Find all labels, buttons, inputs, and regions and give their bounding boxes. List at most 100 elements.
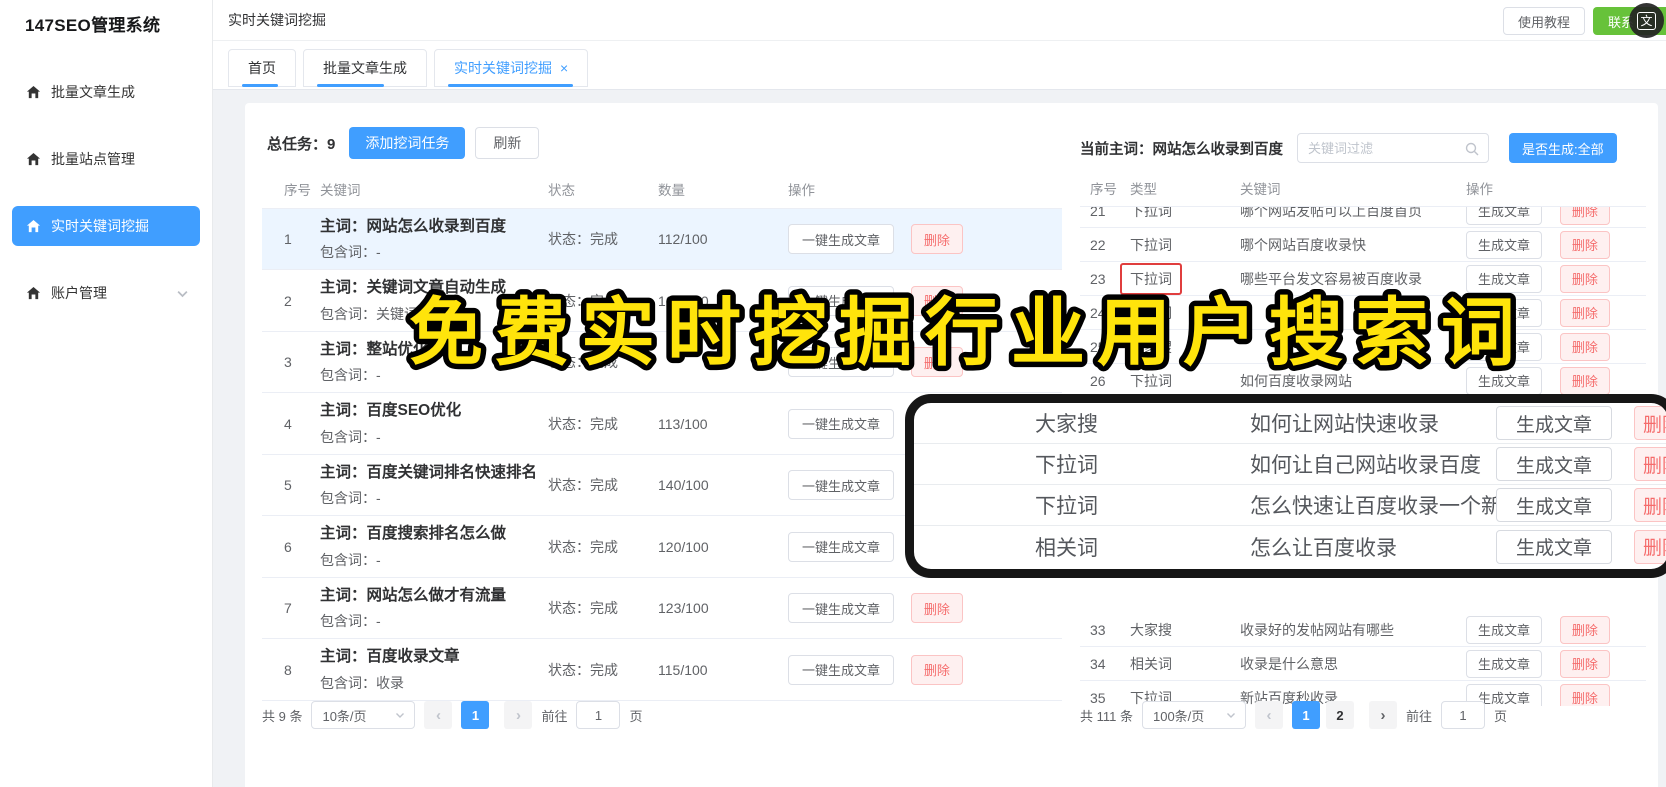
col-no: 序号 — [1090, 182, 1117, 197]
page-size-select[interactable]: 10条/页 — [311, 701, 416, 729]
page-size-select[interactable]: 100条/页 — [1141, 701, 1246, 729]
row-number: 2 — [284, 292, 292, 309]
include-words: 包含词：- — [320, 428, 381, 445]
goto-page-input[interactable] — [576, 701, 621, 729]
keyword-type: 相关词 — [1130, 655, 1172, 672]
generate-article-button[interactable]: 一键生成文章 — [788, 347, 895, 378]
add-task-button[interactable]: 添加挖词任务 — [349, 127, 466, 159]
sidebar-item-label: 批量文章生成 — [51, 84, 135, 100]
delete-button[interactable]: 删除 — [1559, 366, 1610, 395]
tab-underline — [448, 84, 573, 87]
close-icon[interactable]: × — [560, 60, 568, 76]
col-type: 类型 — [1130, 182, 1157, 197]
goto-page-input[interactable] — [1441, 701, 1485, 729]
generate-article-button[interactable]: 一键生成文章 — [788, 531, 895, 562]
keyword-row: 21 下拉词 哪个网站发帖可以上百度首页 生成文章 删除 — [1080, 207, 1646, 228]
generate-article-button[interactable]: 生成文章 — [1466, 264, 1543, 293]
chevron-down-icon — [1225, 709, 1237, 721]
delete-button[interactable]: 删除 — [910, 347, 963, 378]
next-page-button[interactable]: › — [1368, 701, 1397, 729]
generate-article-button[interactable]: 生成文章 — [1466, 298, 1543, 327]
delete-button[interactable]: 删除 — [1559, 615, 1610, 644]
actions-cell: 生成文章 删除 — [1466, 298, 1646, 327]
keyword-cell: 主词：百度收录文章 包含词：收录 — [320, 639, 548, 699]
keyword-cell: 主词：关键词文章自动生成 包含词：关键词生成 — [320, 270, 548, 330]
tab[interactable]: 首页 — [228, 49, 296, 87]
keyword-filter-input[interactable] — [1298, 134, 1488, 162]
next-page-button[interactable]: › — [504, 701, 533, 729]
generate-article-button[interactable]: 一键生成文章 — [788, 224, 895, 255]
goto-label: 前往 — [541, 708, 568, 724]
actions-cell: 生成文章 删除 — [1466, 366, 1646, 395]
sidebar-item[interactable]: 批量文章生成 — [12, 72, 200, 112]
main-keyword: 主词：百度搜索排名怎么做 — [320, 525, 507, 543]
page-unit-label: 页 — [1494, 708, 1508, 724]
tab[interactable]: 实时关键词挖掘 × — [434, 49, 589, 87]
prev-page-button[interactable]: ‹ — [1254, 701, 1283, 729]
generate-article-button[interactable]: 一键生成文章 — [788, 593, 895, 624]
refresh-button[interactable]: 刷新 — [475, 127, 540, 159]
delete-button[interactable]: 删除 — [1559, 298, 1610, 327]
quantity-cell: 140/100 — [658, 477, 709, 494]
main-keyword: 主词：百度收录文章 — [320, 648, 460, 666]
generate-article-button[interactable]: 生成文章 — [1466, 207, 1543, 225]
keyword-filter-box — [1297, 133, 1489, 163]
sidebar-item[interactable]: 账户管理 — [12, 273, 200, 313]
generate-article-button[interactable]: 生成文章 — [1466, 332, 1543, 361]
delete-button[interactable]: 删除 — [1559, 332, 1610, 361]
row-number: 22 — [1090, 236, 1106, 253]
actions-cell: 生成文章 删除 — [1466, 332, 1646, 361]
delete-button[interactable]: 删除 — [910, 224, 963, 255]
home-icon — [26, 219, 41, 232]
delete-button[interactable]: 删除 — [1559, 649, 1610, 678]
tab[interactable]: 批量文章生成 — [303, 49, 427, 87]
delete-button[interactable]: 删除 — [1559, 230, 1610, 259]
tab-bar: 首页 批量文章生成 实时关键词挖掘 × — [213, 41, 1666, 90]
help-tutorial-button[interactable]: 使用教程 — [1503, 7, 1586, 35]
generate-article-button[interactable]: 一键生成文章 — [788, 654, 895, 685]
current-main-keyword: 当前主词：网站怎么收录到百度 — [1080, 141, 1283, 158]
generate-article-button[interactable]: 生成文章 — [1466, 615, 1543, 644]
keyword-row: 25 大家搜 生成文章 删除 — [1080, 330, 1646, 364]
total-count-label: 共 9 条 — [262, 708, 303, 724]
page-number-button[interactable]: 1 — [461, 701, 490, 729]
delete-button[interactable]: 删除 — [910, 654, 963, 685]
keyword-type: 下拉词 — [1035, 495, 1098, 518]
delete-button[interactable]: 删除 — [910, 285, 963, 316]
generate-article-button[interactable]: 一键生成文章 — [788, 285, 895, 316]
sidebar-item-label: 批量站点管理 — [51, 151, 135, 167]
delete-button: 删除 — [1634, 447, 1666, 481]
task-row: 7 主词：网站怎么做才有流量 包含词：- 状态：完成 123/100 一键生成文… — [262, 578, 1062, 640]
generate-article-button[interactable]: 生成文章 — [1466, 230, 1543, 259]
translate-widget-icon[interactable]: 文 — [1629, 3, 1664, 38]
generate-article-button: 生成文章 — [1496, 488, 1612, 522]
generate-article-button[interactable]: 一键生成文章 — [788, 470, 895, 501]
delete-button[interactable]: 删除 — [910, 593, 963, 624]
sidebar-item[interactable]: 批量站点管理 — [12, 139, 200, 179]
col-quantity: 数量 — [658, 183, 685, 198]
sidebar-item[interactable]: 实时关键词挖掘 — [12, 206, 200, 246]
page-number-button[interactable]: 2 — [1325, 701, 1354, 729]
keyword-cell: 主词：整站优化 包含词：- — [320, 332, 548, 392]
page-number-button[interactable]: 1 — [1291, 701, 1320, 729]
home-icon — [26, 85, 41, 98]
col-status: 状态 — [548, 183, 575, 198]
prev-page-button[interactable]: ‹ — [424, 701, 453, 729]
tab-underline — [242, 84, 279, 87]
row-number: 1 — [284, 231, 292, 248]
top-header: 实时关键词挖掘 使用教程 联系 文 — [213, 0, 1666, 41]
generate-article-button[interactable]: 一键生成文章 — [788, 408, 895, 439]
keyword-row: 24 下拉词 生成文章 删除 — [1080, 296, 1646, 330]
total-count-label: 共 111 条 — [1080, 708, 1133, 724]
quantity-cell: 120/100 — [658, 538, 709, 555]
keyword-row: 22 下拉词 哪个网站百度收录快 生成文章 删除 — [1080, 228, 1646, 262]
generate-article-button[interactable]: 生成文章 — [1466, 649, 1543, 678]
generate-all-button[interactable]: 是否生成:全部 — [1509, 133, 1617, 163]
delete-button[interactable]: 删除 — [1559, 207, 1610, 225]
delete-button[interactable]: 删除 — [1559, 683, 1610, 706]
row-number: 24 — [1090, 304, 1106, 321]
generate-article-button[interactable]: 生成文章 — [1466, 366, 1543, 395]
keyword-cell: 主词：网站怎么做才有流量 包含词：- — [320, 578, 548, 638]
delete-button[interactable]: 删除 — [1559, 264, 1610, 293]
keyword-row: 26 下拉词 如何百度收录网站 生成文章 删除 — [1080, 364, 1646, 398]
